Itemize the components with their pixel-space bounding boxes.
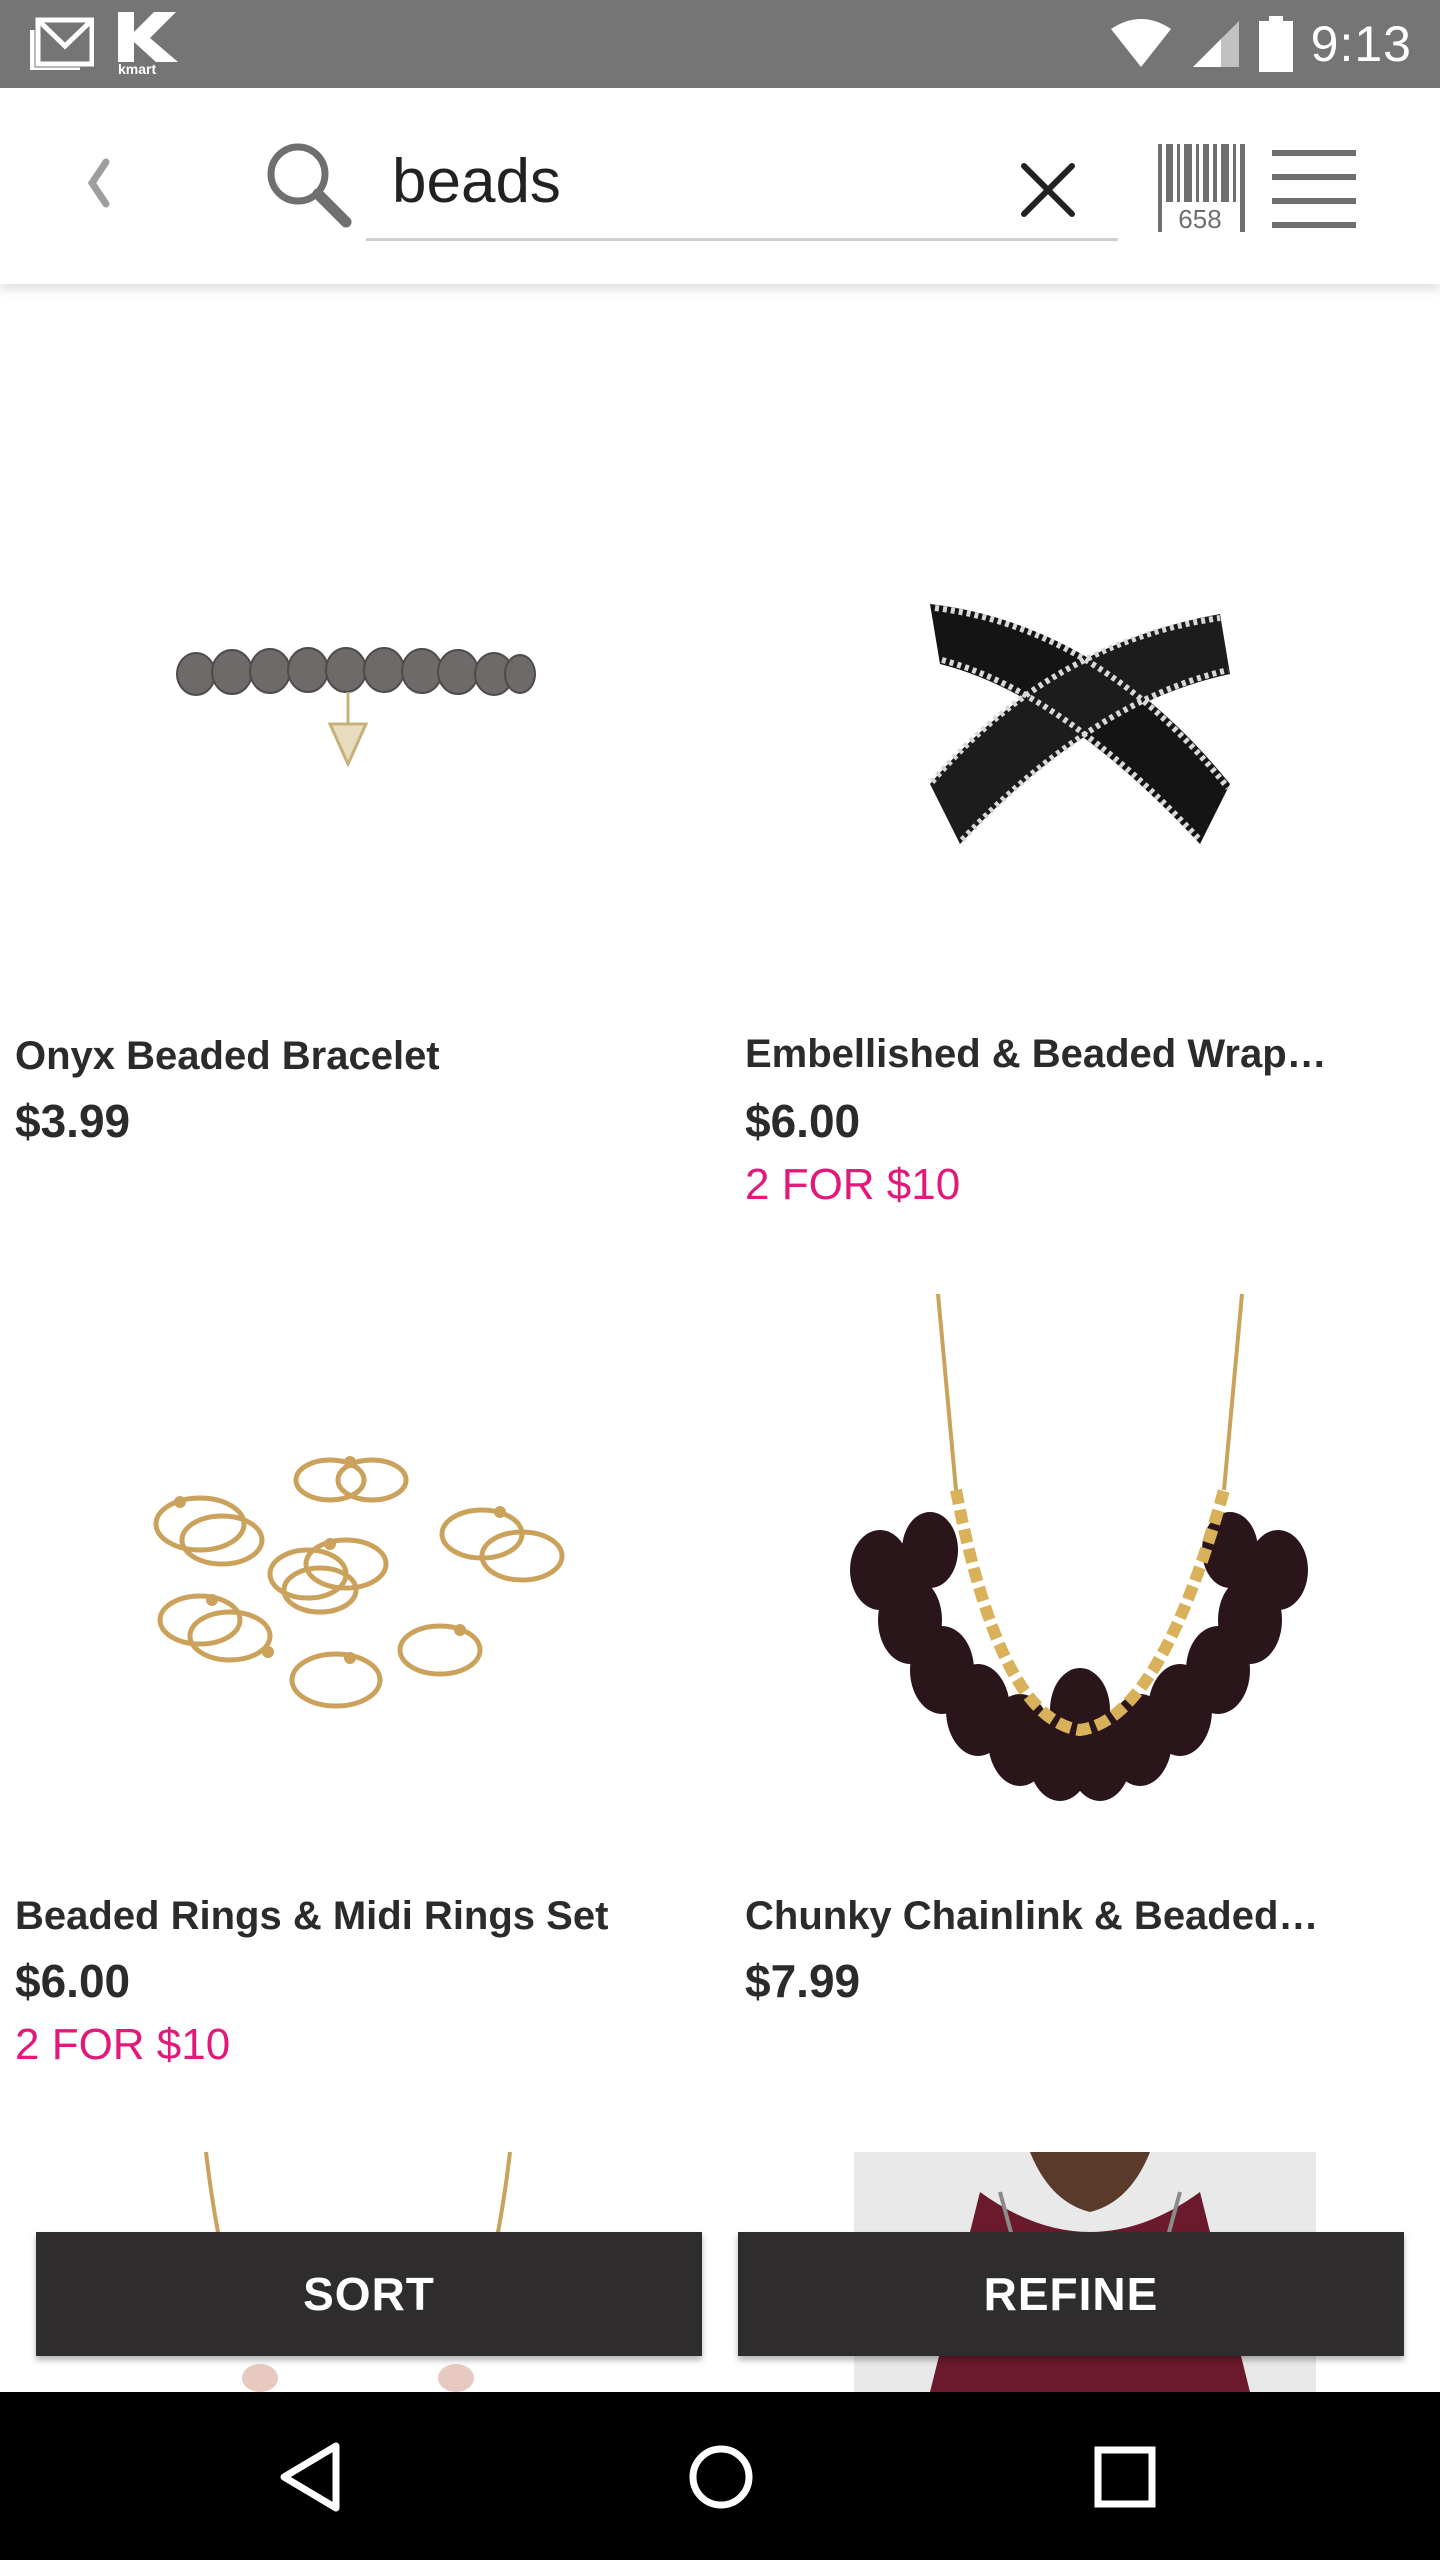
product-card[interactable]: Embellished & Beaded Wrap… $6.00 2 FOR $… — [730, 284, 1430, 1224]
nav-back-icon[interactable] — [270, 2432, 360, 2522]
product-price: $7.99 — [745, 1955, 861, 2007]
gmail-icon — [30, 17, 94, 70]
product-card[interactable]: Onyx Beaded Bracelet $3.99 — [0, 284, 700, 1224]
barcode-number: 658 — [1178, 204, 1221, 232]
search-icon — [267, 143, 352, 228]
barcode-scan-button[interactable]: 658 — [1156, 140, 1246, 232]
product-name: Chunky Chainlink & Beaded… — [745, 1894, 1319, 1938]
refine-button[interactable]: REFINE — [738, 2232, 1404, 2356]
product-name: Embellished & Beaded Wrap… — [745, 1032, 1327, 1076]
product-promo: 2 FOR $10 — [745, 1160, 961, 1209]
wifi-icon — [1110, 19, 1171, 67]
product-promo: 2 FOR $10 — [15, 2020, 231, 2069]
product-price: $6.00 — [15, 1955, 131, 2007]
product-image-rings — [153, 1456, 565, 1709]
product-price: $3.99 — [15, 1095, 131, 1147]
kmart-logo-text: kmart — [118, 61, 156, 76]
navigation-bar — [0, 2392, 1440, 2560]
kmart-app-icon: kmart — [118, 12, 178, 76]
battery-icon — [1258, 16, 1293, 72]
nav-home-icon[interactable] — [676, 2432, 766, 2522]
search-query-text: beads — [392, 147, 561, 216]
status-time: 9:13 — [1310, 16, 1412, 72]
signal-icon — [1192, 21, 1239, 67]
search-toolbar: beads 658 — [0, 88, 1440, 284]
sort-button[interactable]: SORT — [36, 2232, 702, 2356]
product-name: Beaded Rings & Midi Rings Set — [15, 1894, 609, 1938]
product-name: Onyx Beaded Bracelet — [15, 1034, 440, 1078]
clear-search-button[interactable] — [1010, 152, 1086, 228]
product-image-necklace — [850, 1293, 1308, 1801]
search-input[interactable]: beads — [366, 128, 1118, 241]
status-bar: kmart 9:13 — [0, 0, 1440, 88]
back-button[interactable] — [70, 138, 126, 228]
product-image-wrap-bracelet — [929, 604, 1231, 844]
nav-recents-icon[interactable] — [1080, 2432, 1170, 2522]
product-price: $6.00 — [745, 1095, 861, 1147]
product-card[interactable]: Beaded Rings & Midi Rings Set $6.00 2 FO… — [0, 1290, 700, 2090]
product-card[interactable]: Chunky Chainlink & Beaded… $7.99 — [730, 1290, 1430, 2090]
product-image-bracelet — [176, 647, 536, 768]
menu-icon[interactable] — [1270, 144, 1360, 234]
